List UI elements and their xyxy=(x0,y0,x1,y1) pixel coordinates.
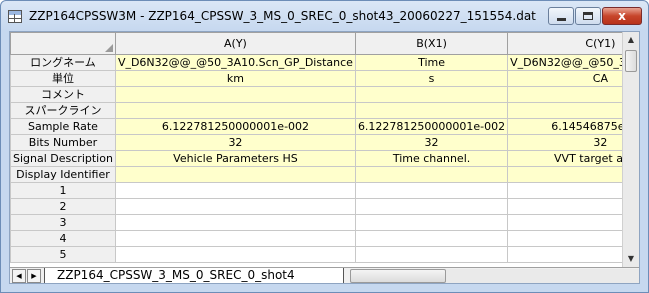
scroll-down-icon[interactable]: ▼ xyxy=(623,251,639,267)
row-label-sparklines[interactable]: スパークライン xyxy=(10,102,116,119)
cell[interactable] xyxy=(354,182,509,199)
cell[interactable]: Time xyxy=(354,54,509,71)
row-label-signal-description[interactable]: Signal Description xyxy=(10,150,116,167)
row-number[interactable]: 2 xyxy=(10,198,116,215)
row-label-display-identifier[interactable]: Display Identifier xyxy=(10,166,116,183)
cell[interactable] xyxy=(354,246,509,263)
cell[interactable] xyxy=(114,102,356,119)
row-number[interactable]: 3 xyxy=(10,214,116,231)
worksheet-area: A(Y) B(X1) C(Y1) ロングネーム V_D6N32@@_@50_3A… xyxy=(9,31,640,284)
cell[interactable]: Vehicle Parameters HS xyxy=(114,150,356,167)
horizontal-scrollbar[interactable] xyxy=(350,269,639,283)
row-number[interactable]: 4 xyxy=(10,230,116,247)
column-header[interactable]: C(Y1) xyxy=(507,32,639,55)
cell[interactable] xyxy=(507,214,639,231)
close-button[interactable]: x xyxy=(602,7,642,25)
cell[interactable]: V_D6N32@@_@50_3A10.Scn_GP_Distance xyxy=(114,54,356,71)
title-bar[interactable]: ZZP164CPSSW3M - ZZP164_CPSSW_3_MS_0_SREC… xyxy=(1,1,648,31)
cell[interactable]: VVT target angle xyxy=(507,150,639,167)
cell[interactable]: Time channel. xyxy=(354,150,509,167)
row-label-long-name[interactable]: ロングネーム xyxy=(10,54,116,71)
row-number[interactable]: 5 xyxy=(10,246,116,263)
column-header[interactable]: A(Y) xyxy=(114,32,356,55)
cell[interactable] xyxy=(507,182,639,199)
cell[interactable] xyxy=(114,182,356,199)
cell[interactable]: s xyxy=(354,70,509,87)
sheet-tab-bar: ◀ ▶ ZZP164_CPSSW_3_MS_0_SREC_0_shot4 xyxy=(10,267,639,283)
vertical-scroll-thumb[interactable] xyxy=(625,50,637,72)
maximize-button[interactable] xyxy=(575,7,601,25)
cell[interactable]: 6.122781250000001e-002 xyxy=(354,118,509,135)
cell[interactable] xyxy=(354,214,509,231)
cell[interactable] xyxy=(354,86,509,103)
select-all-corner[interactable] xyxy=(10,32,116,55)
cell[interactable]: CA xyxy=(507,70,639,87)
cell[interactable] xyxy=(507,166,639,183)
minimize-button[interactable] xyxy=(548,7,574,25)
column-header[interactable]: B(X1) xyxy=(354,32,509,55)
scroll-up-icon[interactable]: ▲ xyxy=(623,32,639,48)
row-label-bits-number[interactable]: Bits Number xyxy=(10,134,116,151)
cell[interactable] xyxy=(507,102,639,119)
cell[interactable] xyxy=(354,166,509,183)
cell[interactable] xyxy=(114,214,356,231)
cell[interactable]: 6.122781250000001e-002 xyxy=(114,118,356,135)
cell[interactable] xyxy=(114,86,356,103)
worksheet-grid: A(Y) B(X1) C(Y1) ロングネーム V_D6N32@@_@50_3A… xyxy=(10,32,639,263)
worksheet-window: ZZP164CPSSW3M - ZZP164_CPSSW_3_MS_0_SREC… xyxy=(0,0,649,293)
maximize-icon xyxy=(583,12,593,20)
row-number[interactable]: 1 xyxy=(10,182,116,199)
cell[interactable]: km xyxy=(114,70,356,87)
tab-prev-icon[interactable]: ◀ xyxy=(12,269,26,283)
cell[interactable] xyxy=(507,230,639,247)
cell[interactable]: 32 xyxy=(507,134,639,151)
row-label-comments[interactable]: コメント xyxy=(10,86,116,103)
horizontal-scroll-thumb[interactable] xyxy=(350,269,446,283)
row-label-units[interactable]: 単位 xyxy=(10,70,116,87)
sheet-tab[interactable]: ZZP164_CPSSW_3_MS_0_SREC_0_shot4 xyxy=(44,268,344,283)
cell[interactable] xyxy=(114,198,356,215)
cell[interactable] xyxy=(354,102,509,119)
cell[interactable]: 32 xyxy=(354,134,509,151)
vertical-scrollbar[interactable]: ▲ ▼ xyxy=(622,32,639,267)
cell[interactable] xyxy=(507,198,639,215)
cell[interactable] xyxy=(507,86,639,103)
window-title: ZZP164CPSSW3M - ZZP164_CPSSW_3_MS_0_SREC… xyxy=(29,9,536,23)
cell[interactable]: 6.14546875e-002 xyxy=(507,118,639,135)
cell[interactable] xyxy=(354,230,509,247)
app-worksheet-icon[interactable] xyxy=(8,10,22,23)
cell[interactable] xyxy=(354,198,509,215)
cell[interactable] xyxy=(114,246,356,263)
cell[interactable] xyxy=(114,166,356,183)
row-label-sample-rate[interactable]: Sample Rate xyxy=(10,118,116,135)
tab-next-icon[interactable]: ▶ xyxy=(27,269,41,283)
minimize-icon xyxy=(557,18,566,21)
corner-triangle-icon xyxy=(104,44,113,52)
cell[interactable] xyxy=(507,246,639,263)
cell[interactable]: V_D6N32@@_@50_3A10.Svt_Trg xyxy=(507,54,639,71)
cell[interactable]: 32 xyxy=(114,134,356,151)
cell[interactable] xyxy=(114,230,356,247)
close-icon: x xyxy=(618,9,626,23)
